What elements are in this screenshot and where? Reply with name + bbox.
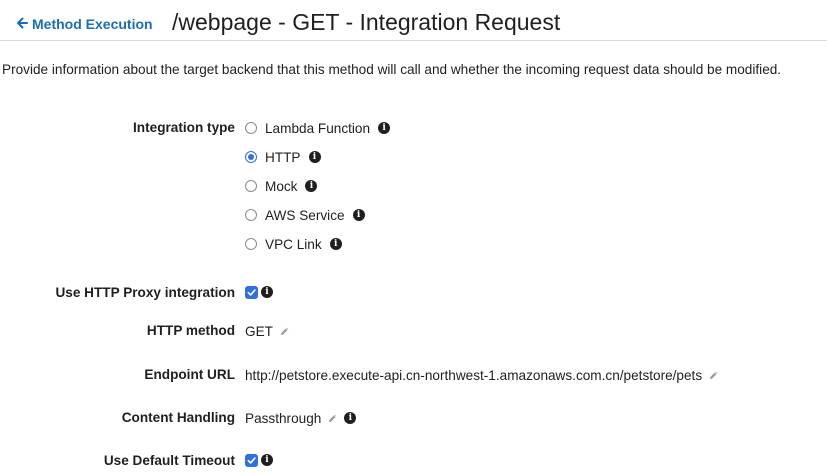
http-proxy-control: i: [245, 283, 273, 301]
info-icon[interactable]: i: [261, 286, 273, 298]
integration-type-label: Integration type: [133, 120, 235, 135]
http-method-label: HTTP method: [146, 323, 235, 338]
radio-vpc-link[interactable]: VPC Link i: [245, 235, 342, 253]
content-handling-row: Passthrough i: [245, 409, 357, 427]
endpoint-url-value: http://petstore.execute-api.cn-northwest…: [245, 367, 703, 383]
back-link-label: Method Execution: [32, 16, 153, 32]
info-icon[interactable]: i: [329, 238, 342, 250]
radio-button[interactable]: [245, 209, 257, 221]
http-method-row: GET: [245, 322, 290, 340]
page-title: /webpage - GET - Integration Request: [172, 9, 561, 35]
page-header: Method Execution /webpage - GET - Integr…: [0, 0, 827, 41]
pencil-icon[interactable]: [708, 370, 719, 381]
page-description: Provide information about the target bac…: [2, 62, 782, 77]
info-icon[interactable]: i: [305, 180, 318, 192]
pencil-icon[interactable]: [279, 326, 290, 337]
radio-mock[interactable]: Mock i: [245, 177, 318, 195]
default-timeout-checkbox[interactable]: [245, 453, 258, 467]
endpoint-url-row: http://petstore.execute-api.cn-northwest…: [245, 366, 719, 384]
radio-button[interactable]: [245, 180, 257, 192]
http-proxy-label: Use HTTP Proxy integration: [55, 285, 235, 300]
checkmark-icon: [247, 288, 256, 296]
radio-button-selected[interactable]: [245, 151, 257, 163]
info-icon[interactable]: i: [378, 122, 391, 134]
default-timeout-control: i: [245, 451, 273, 469]
info-icon[interactable]: i: [352, 209, 365, 221]
info-icon[interactable]: i: [344, 412, 357, 424]
info-icon[interactable]: i: [308, 151, 321, 163]
radio-button[interactable]: [245, 122, 257, 134]
content-handling-label: Content Handling: [121, 410, 235, 425]
checkmark-icon: [247, 456, 256, 464]
radio-label: VPC Link: [265, 236, 322, 252]
http-proxy-checkbox[interactable]: [245, 285, 258, 299]
pencil-icon[interactable]: [327, 413, 338, 424]
radio-aws-service[interactable]: AWS Service i: [245, 206, 365, 224]
content-handling-value: Passthrough: [245, 410, 322, 426]
http-method-value: GET: [245, 323, 273, 339]
radio-label: Lambda Function: [265, 120, 371, 136]
radio-http[interactable]: HTTP i: [245, 148, 321, 166]
radio-button[interactable]: [245, 238, 257, 250]
radio-label: AWS Service: [265, 207, 345, 223]
radio-lambda-function[interactable]: Lambda Function i: [245, 119, 391, 137]
endpoint-url-label: Endpoint URL: [144, 367, 235, 382]
radio-label: Mock: [265, 178, 298, 194]
radio-label: HTTP: [265, 149, 301, 165]
default-timeout-label: Use Default Timeout: [103, 453, 235, 468]
info-icon[interactable]: i: [261, 454, 273, 466]
arrow-left-icon: [16, 17, 28, 31]
back-to-method-execution-link[interactable]: Method Execution: [16, 16, 153, 32]
